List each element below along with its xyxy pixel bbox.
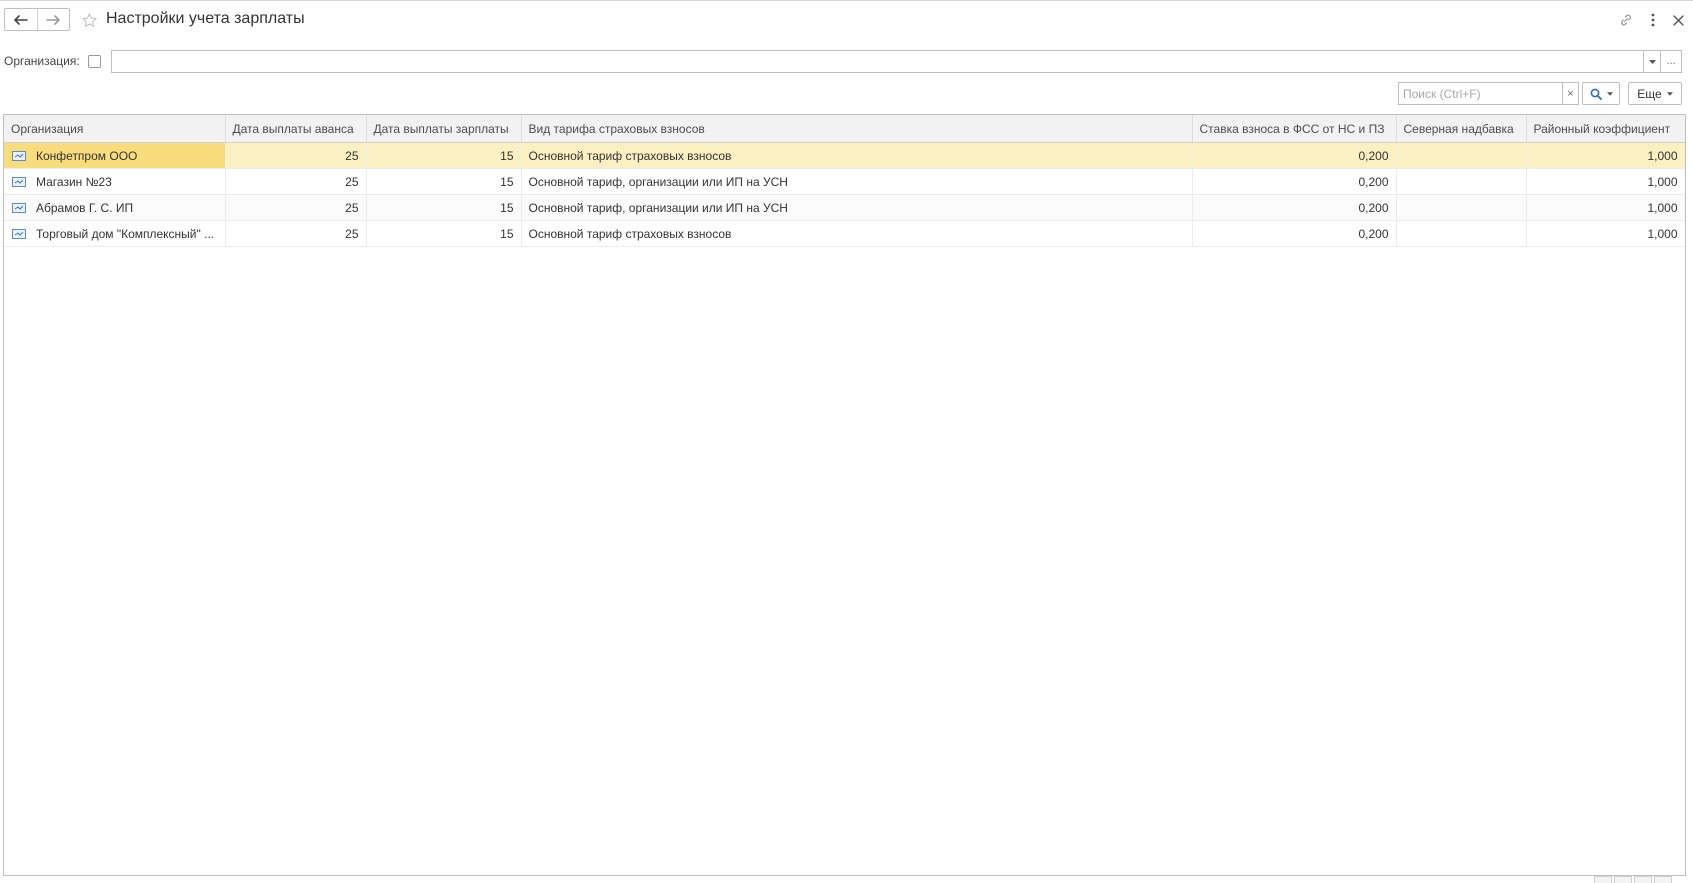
advance-date-cell[interactable]: 25 — [225, 168, 367, 195]
chevron-down-icon — [1666, 91, 1673, 96]
northern-allowance-cell[interactable] — [1396, 142, 1527, 169]
fss-rate-cell[interactable]: 0,200 — [1192, 168, 1397, 195]
fss-rate-cell[interactable]: 0,200 — [1192, 142, 1397, 169]
table-row[interactable]: Конфетпром ООО 25 15 Основной тариф стра… — [4, 142, 1685, 169]
organization-cell[interactable]: Абрамов Г. С. ИП — [4, 194, 226, 221]
star-icon — [81, 12, 97, 27]
organization-cell[interactable]: Торговый дом "Комплексный" ... — [4, 220, 226, 247]
organization-filter-select-button[interactable]: ... — [1661, 50, 1682, 73]
organization-cell[interactable]: Конфетпром ООО — [4, 142, 226, 169]
salary-date-cell[interactable]: 15 — [366, 194, 522, 221]
column-header-advance-date[interactable]: Дата выплаты аванса — [225, 115, 367, 143]
forward-button[interactable] — [36, 9, 70, 30]
record-icon — [12, 176, 26, 187]
tariff-type-cell[interactable]: Основной тариф страховых взносов — [521, 220, 1193, 247]
record-icon — [12, 228, 26, 239]
organization-cell[interactable]: Магазин №23 — [4, 168, 226, 195]
advance-date-cell[interactable]: 25 — [225, 142, 367, 169]
column-header-organization[interactable]: Организация — [4, 115, 226, 143]
advance-date-cell[interactable]: 25 — [225, 220, 367, 247]
salary-date-cell[interactable]: 15 — [366, 220, 522, 247]
scroll-down-button[interactable] — [1634, 876, 1652, 883]
more-actions-button[interactable] — [1643, 10, 1663, 30]
scroll-up-button[interactable] — [1614, 876, 1632, 883]
arrow-left-icon — [13, 14, 28, 25]
organization-name: Магазин №23 — [36, 174, 112, 189]
link-button[interactable] — [1616, 10, 1636, 30]
search-icon — [1590, 88, 1602, 100]
organization-name: Абрамов Г. С. ИП — [36, 200, 134, 215]
page-title: Настройки учета зарплаты — [106, 10, 305, 27]
settings-table[interactable]: Организация Дата выплаты аванса Дата вып… — [3, 114, 1686, 876]
search-button[interactable] — [1582, 82, 1620, 105]
fss-rate-cell[interactable]: 0,200 — [1192, 194, 1397, 221]
scroll-to-top-button[interactable] — [1594, 876, 1612, 883]
organization-filter-input[interactable] — [111, 50, 1644, 73]
district-coefficient-cell[interactable]: 1,000 — [1526, 194, 1685, 221]
close-icon — [1672, 14, 1684, 26]
column-header-district-coefficient[interactable]: Районный коэффициент — [1526, 115, 1685, 143]
favorite-button[interactable] — [79, 10, 99, 30]
column-header-northern-allowance[interactable]: Северная надбавка — [1396, 115, 1527, 143]
column-header-tariff-type[interactable]: Вид тарифа страховых взносов — [521, 115, 1193, 143]
link-icon — [1621, 14, 1631, 26]
column-header-salary-date[interactable]: Дата выплаты зарплаты — [366, 115, 522, 143]
close-button[interactable] — [1668, 10, 1688, 30]
more-button-label: Еще — [1637, 86, 1662, 101]
fss-rate-cell[interactable]: 0,200 — [1192, 220, 1397, 247]
table-row[interactable]: Абрамов Г. С. ИП 25 15 Основной тариф, о… — [4, 194, 1685, 221]
scroll-to-bottom-button[interactable] — [1654, 876, 1672, 883]
search-clear-button[interactable]: × — [1562, 82, 1579, 105]
tariff-type-cell[interactable]: Основной тариф, организации или ИП на УС… — [521, 194, 1193, 221]
chevron-down-icon — [1606, 91, 1613, 96]
organization-name: Торговый дом "Комплексный" ... — [36, 226, 215, 241]
district-coefficient-cell[interactable]: 1,000 — [1526, 220, 1685, 247]
table-header-row: Организация Дата выплаты аванса Дата вып… — [4, 115, 1685, 143]
district-coefficient-cell[interactable]: 1,000 — [1526, 142, 1685, 169]
district-coefficient-cell[interactable]: 1,000 — [1526, 168, 1685, 195]
window-top-border — [0, 0, 1693, 1]
tariff-type-cell[interactable]: Основной тариф страховых взносов — [521, 142, 1193, 169]
table-row[interactable]: Торговый дом "Комплексный" ... 25 15 Осн… — [4, 220, 1685, 247]
search-input[interactable] — [1398, 82, 1562, 105]
more-vertical-icon — [1651, 13, 1655, 27]
table-row[interactable]: Магазин №23 25 15 Основной тариф, органи… — [4, 168, 1685, 195]
back-button[interactable] — [5, 9, 37, 30]
northern-allowance-cell[interactable] — [1396, 194, 1527, 221]
record-icon — [12, 202, 26, 213]
northern-allowance-cell[interactable] — [1396, 220, 1527, 247]
advance-date-cell[interactable]: 25 — [225, 194, 367, 221]
arrow-right-icon — [46, 14, 61, 25]
record-icon — [12, 150, 26, 161]
organization-filter-checkbox[interactable] — [88, 55, 101, 68]
column-header-fss-rate[interactable]: Ставка взноса в ФСС от НС и ПЗ — [1192, 115, 1397, 143]
organization-name: Конфетпром ООО — [36, 148, 138, 163]
salary-date-cell[interactable]: 15 — [366, 168, 522, 195]
navigation-buttons — [4, 8, 70, 31]
chevron-down-icon — [1648, 59, 1656, 64]
more-button[interactable]: Еще — [1628, 82, 1682, 105]
tariff-type-cell[interactable]: Основной тариф, организации или ИП на УС… — [521, 168, 1193, 195]
organization-filter-dropdown[interactable] — [1644, 50, 1661, 73]
northern-allowance-cell[interactable] — [1396, 168, 1527, 195]
organization-filter-label: Организация: — [4, 54, 80, 68]
salary-date-cell[interactable]: 15 — [366, 142, 522, 169]
